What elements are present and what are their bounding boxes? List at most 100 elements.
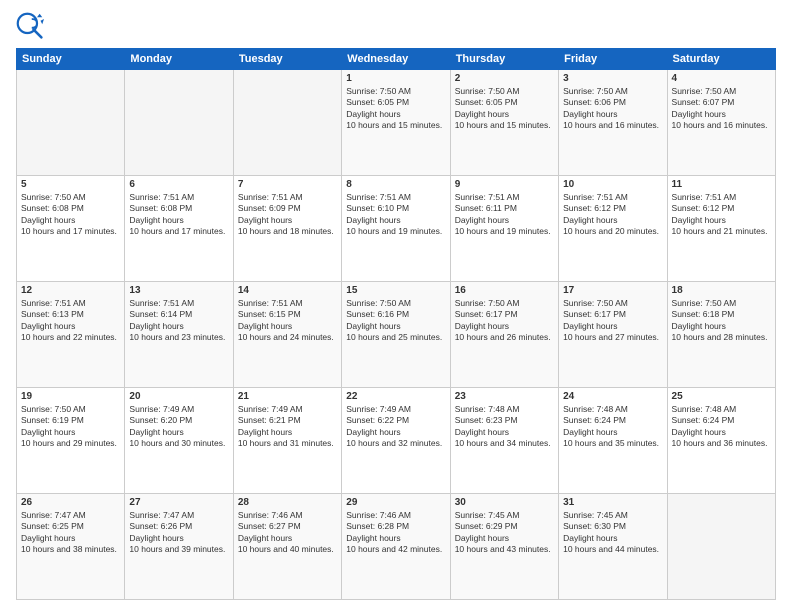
- cell-content: Sunrise: 7:50 AMSunset: 6:06 PMDaylight …: [563, 86, 662, 132]
- day-cell-7: 7 Sunrise: 7:51 AMSunset: 6:09 PMDaylight…: [233, 176, 341, 282]
- weekday-header-tuesday: Tuesday: [233, 49, 341, 70]
- day-number: 22: [346, 391, 445, 402]
- day-cell-empty: [233, 70, 341, 176]
- day-cell-empty: [17, 70, 125, 176]
- day-cell-1: 1 Sunrise: 7:50 AMSunset: 6:05 PMDaylight…: [342, 70, 450, 176]
- cell-content: Sunrise: 7:50 AMSunset: 6:16 PMDaylight …: [346, 298, 445, 344]
- weekday-header-monday: Monday: [125, 49, 233, 70]
- cell-content: Sunrise: 7:50 AMSunset: 6:18 PMDaylight …: [672, 298, 771, 344]
- cell-content: Sunrise: 7:45 AMSunset: 6:30 PMDaylight …: [563, 510, 662, 556]
- day-number: 31: [563, 497, 662, 508]
- cell-content: Sunrise: 7:46 AMSunset: 6:28 PMDaylight …: [346, 510, 445, 556]
- day-cell-23: 23Sunrise: 7:48 AMSunset: 6:23 PMDayligh…: [450, 388, 558, 494]
- day-number: 15: [346, 285, 445, 296]
- day-cell-18: 18 Sunrise: 7:50 AMSunset: 6:18 PMDayligh…: [667, 282, 775, 388]
- weekday-header-wednesday: Wednesday: [342, 49, 450, 70]
- cell-content: Sunrise: 7:50 AMSunset: 6:17 PMDaylight …: [455, 298, 554, 344]
- cell-content: Sunrise: 7:48 AMSunset: 6:24 PMDaylight …: [672, 404, 771, 450]
- day-number: 12: [21, 285, 120, 296]
- day-number: 20: [129, 391, 228, 402]
- day-number: 9: [455, 179, 554, 190]
- calendar-table: SundayMondayTuesdayWednesdayThursdayFrid…: [16, 48, 776, 600]
- day-number: 19: [21, 391, 120, 402]
- cell-content: Sunrise: 7:50 AMSunset: 6:05 PMDaylight …: [346, 86, 445, 132]
- day-number: 24: [563, 391, 662, 402]
- day-cell-8: 8Sunrise: 7:51 AMSunset: 6:10 PMDaylight…: [342, 176, 450, 282]
- weekday-header-thursday: Thursday: [450, 49, 558, 70]
- day-number: 23: [455, 391, 554, 402]
- day-number: 3: [563, 73, 662, 84]
- day-number: 26: [21, 497, 120, 508]
- day-number: 4: [672, 73, 771, 84]
- cell-content: Sunrise: 7:50 AMSunset: 6:05 PMDaylight …: [455, 86, 554, 132]
- day-cell-empty: [667, 494, 775, 600]
- cell-content: Sunrise: 7:51 AMSunset: 6:14 PMDaylight …: [129, 298, 228, 344]
- cell-content: Sunrise: 7:50 AMSunset: 6:08 PMDaylight …: [21, 192, 120, 238]
- day-cell-24: 24 Sunrise: 7:48 AMSunset: 6:24 PMDayligh…: [559, 388, 667, 494]
- cell-content: Sunrise: 7:51 AMSunset: 6:08 PMDaylight …: [129, 192, 228, 238]
- day-number: 14: [238, 285, 337, 296]
- header: [16, 12, 776, 40]
- day-cell-28: 28 Sunrise: 7:46 AMSunset: 6:27 PMDayligh…: [233, 494, 341, 600]
- week-row-2: 5 Sunrise: 7:50 AMSunset: 6:08 PMDaylight…: [17, 176, 776, 282]
- day-number: 30: [455, 497, 554, 508]
- day-cell-31: 31 Sunrise: 7:45 AMSunset: 6:30 PMDayligh…: [559, 494, 667, 600]
- day-cell-27: 27 Sunrise: 7:47 AMSunset: 6:26 PMDayligh…: [125, 494, 233, 600]
- day-number: 1: [346, 73, 445, 84]
- day-number: 10: [563, 179, 662, 190]
- day-cell-13: 13 Sunrise: 7:51 AMSunset: 6:14 PMDayligh…: [125, 282, 233, 388]
- day-cell-30: 30Sunrise: 7:45 AMSunset: 6:29 PMDayligh…: [450, 494, 558, 600]
- cell-content: Sunrise: 7:47 AMSunset: 6:25 PMDaylight …: [21, 510, 120, 556]
- cell-content: Sunrise: 7:49 AMSunset: 6:21 PMDaylight …: [238, 404, 337, 450]
- day-cell-29: 29 Sunrise: 7:46 AMSunset: 6:28 PMDayligh…: [342, 494, 450, 600]
- day-cell-empty: [125, 70, 233, 176]
- day-cell-14: 14 Sunrise: 7:51 AMSunset: 6:15 PMDayligh…: [233, 282, 341, 388]
- day-number: 28: [238, 497, 337, 508]
- day-cell-26: 26 Sunrise: 7:47 AMSunset: 6:25 PMDayligh…: [17, 494, 125, 600]
- day-cell-11: 11Sunrise: 7:51 AMSunset: 6:12 PMDayligh…: [667, 176, 775, 282]
- day-number: 7: [238, 179, 337, 190]
- cell-content: Sunrise: 7:47 AMSunset: 6:26 PMDaylight …: [129, 510, 228, 556]
- cell-content: Sunrise: 7:51 AMSunset: 6:15 PMDaylight …: [238, 298, 337, 344]
- day-number: 21: [238, 391, 337, 402]
- cell-content: Sunrise: 7:51 AMSunset: 6:12 PMDaylight …: [563, 192, 662, 238]
- day-cell-17: 17Sunrise: 7:50 AMSunset: 6:17 PMDayligh…: [559, 282, 667, 388]
- day-number: 18: [672, 285, 771, 296]
- day-number: 6: [129, 179, 228, 190]
- cell-content: Sunrise: 7:46 AMSunset: 6:27 PMDaylight …: [238, 510, 337, 556]
- day-number: 25: [672, 391, 771, 402]
- day-number: 29: [346, 497, 445, 508]
- day-number: 5: [21, 179, 120, 190]
- day-number: 16: [455, 285, 554, 296]
- weekday-header-sunday: Sunday: [17, 49, 125, 70]
- logo: [16, 12, 48, 40]
- day-number: 13: [129, 285, 228, 296]
- day-cell-16: 16 Sunrise: 7:50 AMSunset: 6:17 PMDayligh…: [450, 282, 558, 388]
- day-number: 8: [346, 179, 445, 190]
- week-row-1: 1 Sunrise: 7:50 AMSunset: 6:05 PMDaylight…: [17, 70, 776, 176]
- day-cell-2: 2 Sunrise: 7:50 AMSunset: 6:05 PMDaylight…: [450, 70, 558, 176]
- cell-content: Sunrise: 7:48 AMSunset: 6:24 PMDaylight …: [563, 404, 662, 450]
- cell-content: Sunrise: 7:51 AMSunset: 6:13 PMDaylight …: [21, 298, 120, 344]
- cell-content: Sunrise: 7:51 AMSunset: 6:09 PMDaylight …: [238, 192, 337, 238]
- day-number: 27: [129, 497, 228, 508]
- day-cell-5: 5 Sunrise: 7:50 AMSunset: 6:08 PMDaylight…: [17, 176, 125, 282]
- day-cell-21: 21 Sunrise: 7:49 AMSunset: 6:21 PMDayligh…: [233, 388, 341, 494]
- day-cell-12: 12 Sunrise: 7:51 AMSunset: 6:13 PMDayligh…: [17, 282, 125, 388]
- day-number: 11: [672, 179, 771, 190]
- day-cell-9: 9 Sunrise: 7:51 AMSunset: 6:11 PMDaylight…: [450, 176, 558, 282]
- cell-content: Sunrise: 7:49 AMSunset: 6:22 PMDaylight …: [346, 404, 445, 450]
- day-cell-4: 4Sunrise: 7:50 AMSunset: 6:07 PMDaylight…: [667, 70, 775, 176]
- day-cell-3: 3 Sunrise: 7:50 AMSunset: 6:06 PMDaylight…: [559, 70, 667, 176]
- day-cell-6: 6 Sunrise: 7:51 AMSunset: 6:08 PMDaylight…: [125, 176, 233, 282]
- day-number: 17: [563, 285, 662, 296]
- day-cell-10: 10 Sunrise: 7:51 AMSunset: 6:12 PMDayligh…: [559, 176, 667, 282]
- weekday-header-row: SundayMondayTuesdayWednesdayThursdayFrid…: [17, 49, 776, 70]
- day-number: 2: [455, 73, 554, 84]
- page: SundayMondayTuesdayWednesdayThursdayFrid…: [0, 0, 792, 612]
- day-cell-19: 19Sunrise: 7:50 AMSunset: 6:19 PMDayligh…: [17, 388, 125, 494]
- cell-content: Sunrise: 7:51 AMSunset: 6:11 PMDaylight …: [455, 192, 554, 238]
- week-row-5: 26 Sunrise: 7:47 AMSunset: 6:25 PMDayligh…: [17, 494, 776, 600]
- cell-content: Sunrise: 7:49 AMSunset: 6:20 PMDaylight …: [129, 404, 228, 450]
- logo-icon: [16, 12, 44, 40]
